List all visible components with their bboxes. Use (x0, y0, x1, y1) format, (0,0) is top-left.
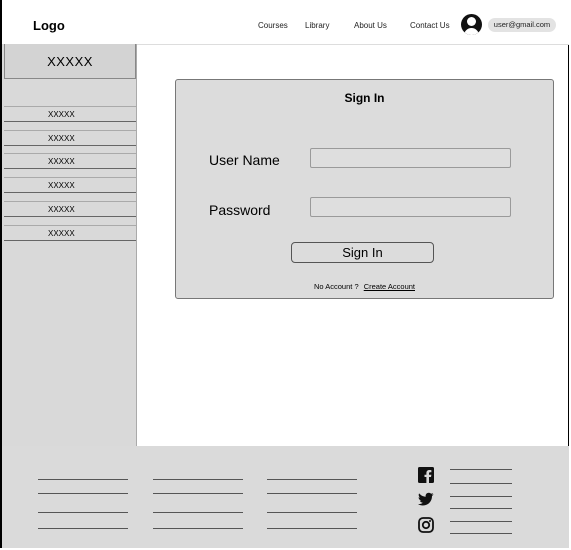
sidebar-title[interactable]: XXXXX (4, 44, 136, 79)
avatar-body (464, 28, 479, 35)
footer (2, 446, 569, 548)
sidebar-item-4[interactable]: XXXXX (4, 177, 136, 193)
nav-courses[interactable]: Courses (258, 21, 288, 30)
footer-social-line[interactable] (450, 469, 512, 470)
signin-title: Sign In (344, 91, 385, 105)
sidebar-item-2[interactable]: XXXXX (4, 130, 136, 146)
footer-link-line[interactable] (153, 493, 243, 494)
create-account-link[interactable]: Create Account (364, 282, 415, 291)
footer-social-line[interactable] (450, 496, 512, 497)
facebook-icon[interactable] (418, 467, 434, 483)
no-account-text: No Account ? (314, 282, 359, 291)
nav-contact-us[interactable]: Contact Us (410, 21, 450, 30)
footer-link-line[interactable] (38, 479, 128, 480)
logo[interactable]: Logo (33, 18, 65, 33)
password-input[interactable] (310, 197, 511, 217)
nav-library[interactable]: Library (305, 21, 329, 30)
instagram-icon[interactable] (418, 517, 434, 533)
user-avatar-icon[interactable] (461, 14, 482, 35)
footer-social-line[interactable] (450, 533, 512, 534)
user-email-badge[interactable]: user@gmail.com (488, 18, 556, 32)
footer-link-line[interactable] (267, 479, 357, 480)
top-header: Logo Courses Library About Us Contact Us… (2, 0, 569, 45)
footer-social-line[interactable] (450, 483, 512, 484)
footer-link-line[interactable] (153, 528, 243, 529)
sidebar-item-5[interactable]: XXXXX (4, 201, 136, 217)
username-label: User Name (209, 152, 280, 168)
sidebar-item-1[interactable]: XXXXX (4, 106, 136, 122)
footer-link-line[interactable] (267, 493, 357, 494)
footer-link-line[interactable] (153, 479, 243, 480)
twitter-icon[interactable] (418, 491, 434, 507)
signin-button[interactable]: Sign In (291, 242, 434, 263)
footer-social-line[interactable] (450, 521, 512, 522)
sidebar: XXXXX XXXXX XXXXX XXXXX XXXXX XXXXX XXXX… (2, 44, 137, 446)
footer-link-line[interactable] (38, 493, 128, 494)
no-account-row: No Account ? Create Account (176, 282, 553, 291)
footer-link-line[interactable] (153, 512, 243, 513)
avatar-head (467, 17, 476, 26)
sidebar-item-6[interactable]: XXXXX (4, 225, 136, 241)
footer-link-line[interactable] (267, 512, 357, 513)
footer-link-line[interactable] (38, 528, 128, 529)
signin-card: Sign In User Name Password Sign In No Ac… (175, 79, 554, 299)
password-label: Password (209, 202, 271, 218)
footer-link-line[interactable] (38, 512, 128, 513)
nav-about-us[interactable]: About Us (354, 21, 387, 30)
footer-social-line[interactable] (450, 508, 512, 509)
username-input[interactable] (310, 148, 511, 168)
sidebar-item-3[interactable]: XXXXX (4, 153, 136, 169)
footer-link-line[interactable] (267, 528, 357, 529)
